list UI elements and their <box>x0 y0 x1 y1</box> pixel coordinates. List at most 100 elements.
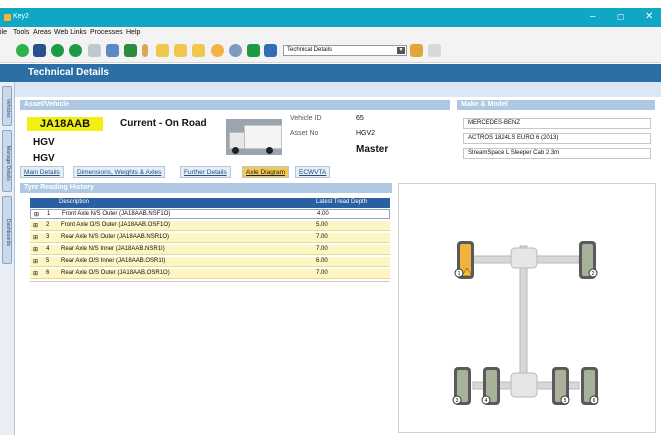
tab-further-details[interactable]: Further Details <box>180 166 231 178</box>
tab-axle-diagram[interactable]: Axle Diagram <box>242 166 290 178</box>
tyre-history-heading: Tyre Reading History <box>20 183 392 193</box>
forward-icon[interactable] <box>69 44 82 57</box>
back-icon[interactable] <box>51 44 64 57</box>
menu-file[interactable]: ile <box>0 29 7 36</box>
maximize-button[interactable]: ☐ <box>617 13 624 22</box>
folder-open-icon[interactable] <box>174 44 187 57</box>
search-icon[interactable] <box>229 44 242 57</box>
make-model-heading: Make & Model <box>457 100 655 110</box>
close-button[interactable]: ✕ <box>645 11 653 22</box>
menu-tools[interactable]: Tools <box>13 29 29 36</box>
vehicle-status: Current - On Road <box>120 118 207 129</box>
vehicle-id-label: Vehicle ID <box>290 115 322 122</box>
expand-icon[interactable]: ⊞ <box>33 234 38 241</box>
save-icon[interactable] <box>33 44 46 57</box>
tread-depth: 5.00 <box>316 222 328 228</box>
expand-icon[interactable]: ⊞ <box>33 246 38 253</box>
menu-processes[interactable]: Processes <box>90 29 123 36</box>
vehicle-photo <box>226 119 282 155</box>
table-row[interactable]: ⊞ 6 Rear Axle O/S Outer (JA18AAB.OSR1O) … <box>30 269 390 279</box>
tread-depth: 6.00 <box>316 258 328 264</box>
wheel-6 <box>581 367 599 405</box>
minimize-button[interactable]: – <box>590 11 596 22</box>
wheel-label-6: 6 <box>593 398 596 404</box>
undo-icon[interactable] <box>428 44 441 57</box>
tread-depth: 7.00 <box>316 246 328 252</box>
table-row[interactable]: ⊞ 1 Front Axle N/S Outer (JA18AAB.NSF1O)… <box>30 209 390 219</box>
vehicle-type: HGV <box>33 137 55 148</box>
column-latest-tread-depth[interactable]: Latest Tread Depth <box>316 199 367 205</box>
axle-diagram-svg: 1 2 3 4 5 6 <box>452 241 599 405</box>
expand-icon[interactable]: ⊞ <box>33 222 38 229</box>
side-tab-strip: Vehicles Manage Details Dashboards <box>0 82 15 435</box>
row-number: 1 <box>47 211 51 217</box>
window-title: Key2 <box>13 13 29 20</box>
model-field: ACTROS 1824LS EURO 6 (2013) <box>463 133 651 144</box>
report-icon[interactable] <box>106 44 119 57</box>
print-icon[interactable] <box>88 44 101 57</box>
lightning-folder-icon[interactable] <box>410 44 423 57</box>
body-field: StreamSpace L Sleeper Cab 2.3m <box>463 148 651 159</box>
folder-icon[interactable] <box>156 44 169 57</box>
table-row[interactable]: ⊞ 2 Front Axle O/S Outer (JA18AAB.OSF1O)… <box>30 221 390 231</box>
clock-icon[interactable] <box>211 44 224 57</box>
vehicle-category: HGV <box>33 153 55 164</box>
export-icon[interactable] <box>264 44 277 57</box>
toolbar: Technical Details ▼ <box>0 39 661 63</box>
tab-main-details[interactable]: Main Details <box>20 166 64 178</box>
wheel-5 <box>552 367 570 405</box>
column-description[interactable]: Description <box>59 199 89 205</box>
expand-icon[interactable]: ⊞ <box>33 270 38 277</box>
wheel-label-5: 5 <box>564 398 567 404</box>
row-number: 6 <box>46 270 50 276</box>
table-bottom-rule <box>30 281 390 282</box>
menu-areas[interactable]: Areas <box>33 29 51 36</box>
axle-diagram: 1 2 3 4 5 6 <box>398 183 656 433</box>
add-icon[interactable] <box>16 44 29 57</box>
pen-icon[interactable] <box>142 44 148 57</box>
menu-help[interactable]: Help <box>126 29 140 36</box>
row-number: 5 <box>46 258 50 264</box>
page-title: Technical Details <box>28 67 109 78</box>
tab-ecwvta[interactable]: ECWVTA <box>295 166 331 178</box>
tyre-description: Front Axle O/S Outer (JA18AAB.OSF1O) <box>61 222 171 228</box>
sub-header-band <box>0 82 661 97</box>
menu-bar: ile Tools Areas Web Links Processes Help <box>0 27 661 39</box>
side-tab-dashboards[interactable]: Dashboards <box>2 196 12 264</box>
tread-depth: 7.00 <box>316 234 328 240</box>
table-row[interactable]: ⊞ 3 Rear Axle N/S Outer (JA18AAB.NSR1O) … <box>30 233 390 243</box>
tyre-description: Rear Axle O/S Inner (JA18AAB.OSR1I) <box>61 258 166 264</box>
row-number: 4 <box>46 246 50 252</box>
title-bar: Key2 – ☐ ✕ <box>0 8 661 27</box>
vehicle-role: Master <box>356 144 389 155</box>
view-select[interactable]: Technical Details ▼ <box>283 45 407 56</box>
table-row[interactable]: ⊞ 4 Rear Axle N/S Inner (JA18AAB.NSR1I) … <box>30 245 390 255</box>
tread-depth: 4.00 <box>317 211 329 217</box>
wheel-label-4: 4 <box>485 398 488 404</box>
tyre-description: Rear Axle N/S Outer (JA18AAB.NSR1O) <box>61 234 170 240</box>
expand-icon[interactable]: ⊞ <box>33 258 38 265</box>
app-icon <box>4 14 11 21</box>
wheel-label-3: 3 <box>456 398 459 404</box>
tab-dimensions-weights-axles[interactable]: Dimensions, Weights & Axles <box>73 166 166 178</box>
go-icon[interactable] <box>247 44 260 57</box>
table-row[interactable]: ⊞ 5 Rear Axle O/S Inner (JA18AAB.OSR1I) … <box>30 257 390 267</box>
asset-vehicle-heading: Asset/Vehicle <box>20 100 450 110</box>
make-field: MERCEDES-BENZ <box>463 118 651 129</box>
side-tab-vehicles[interactable]: Vehicles <box>2 86 12 126</box>
vehicle-id-value: 65 <box>356 115 364 122</box>
folder-search-icon[interactable] <box>192 44 205 57</box>
expand-icon[interactable]: ⊞ <box>34 211 39 218</box>
chevron-down-icon[interactable]: ▼ <box>397 47 405 54</box>
wheel-label-1: 1 <box>458 271 461 277</box>
page-header: Technical Details <box>0 64 661 82</box>
side-tab-manage-details[interactable]: Manage Details <box>2 130 12 192</box>
asset-no-label: Asset No <box>290 130 319 137</box>
excel-icon[interactable] <box>124 44 137 57</box>
tyre-table-header: Description Latest Tread Depth <box>30 198 390 208</box>
menu-web-links[interactable]: Web Links <box>54 29 87 36</box>
asset-no-value: HGV2 <box>356 130 376 137</box>
front-diff <box>510 247 538 269</box>
rear-diff <box>510 372 538 398</box>
tyre-description: Front Axle N/S Outer (JA18AAB.NSF1O) <box>62 211 171 217</box>
